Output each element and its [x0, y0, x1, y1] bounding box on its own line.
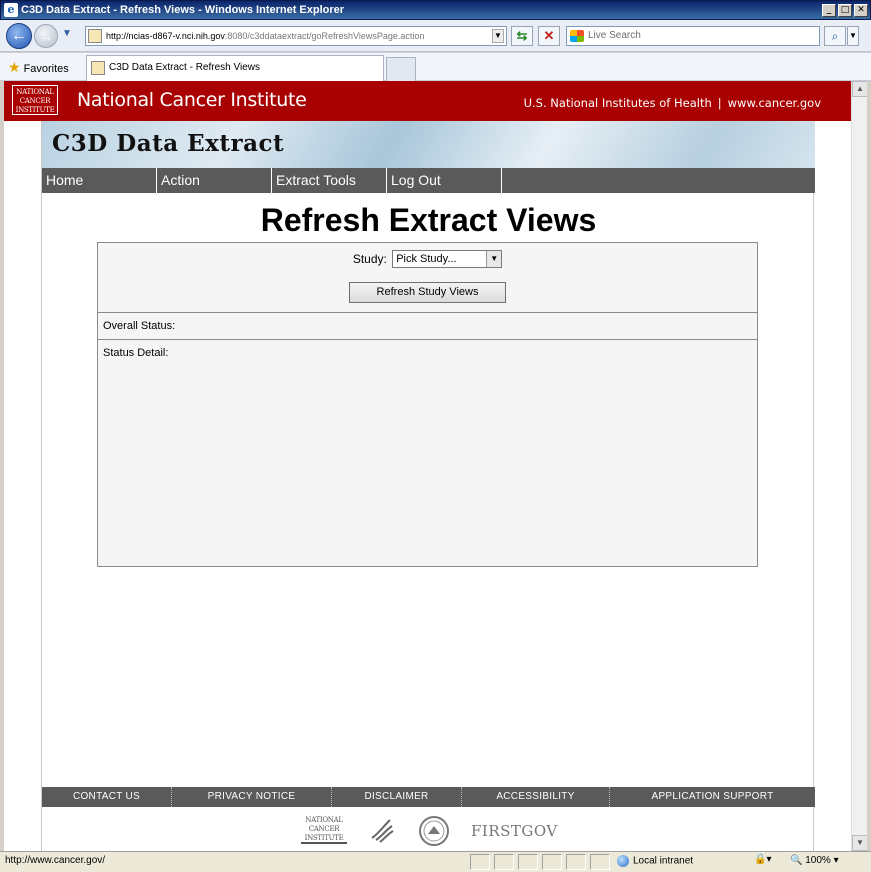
nci-banner: NATIONAL CANCER INSTITUTE National Cance…: [4, 81, 851, 121]
firstgov-logo[interactable]: FIRSTGOV: [471, 822, 558, 840]
window-title: C3D Data Extract - Refresh Views - Windo…: [21, 4, 345, 16]
browser-navbar: ← → ▼ http://ncias-d867-v.nci.nih.gov:80…: [0, 20, 871, 52]
stop-icon[interactable]: ✕: [538, 26, 560, 46]
footer-nci-logo-line: CANCER: [308, 825, 340, 833]
tab-title: C3D Data Extract - Refresh Views: [109, 62, 260, 73]
nci-logo-line: NATIONAL: [16, 88, 54, 96]
panel-divider: [98, 312, 757, 313]
footer-nci-logo[interactable]: NATIONAL CANCER INSTITUTE: [301, 816, 347, 844]
favorites-button[interactable]: ★ Favorites: [8, 59, 69, 76]
footer-nci-logo-line: INSTITUTE: [304, 834, 344, 842]
app-header: C3D Data Extract: [42, 121, 815, 168]
tab-c3d-refresh-views[interactable]: C3D Data Extract - Refresh Views: [86, 55, 384, 81]
status-cell: [566, 854, 586, 870]
page-icon: [88, 29, 102, 43]
study-select[interactable]: Pick Study... ▼: [392, 250, 503, 268]
refresh-icon[interactable]: ⇆: [511, 26, 533, 46]
nci-logo[interactable]: NATIONAL CANCER INSTITUTE: [12, 85, 58, 115]
window-right-edge: [867, 81, 871, 851]
study-selected-value: Pick Study...: [396, 253, 457, 265]
favorites-label: Favorites: [23, 63, 69, 75]
menu-action[interactable]: Action: [157, 168, 272, 193]
back-arrow-icon[interactable]: ←: [6, 23, 32, 49]
footer-disclaimer[interactable]: DISCLAIMER: [332, 787, 462, 807]
page-viewport: NATIONAL CANCER INSTITUTE National Cance…: [4, 81, 851, 851]
hhs-eagle-icon[interactable]: [368, 816, 396, 844]
ie-app-icon: e: [4, 3, 18, 17]
nci-logo-line: CANCER: [19, 97, 51, 105]
app-container: C3D Data Extract Home Action Extract Too…: [41, 121, 815, 851]
address-dropdown-icon[interactable]: ▼: [492, 29, 504, 43]
footer-logos: NATIONAL CANCER INSTITUTE FIRSTGOV: [42, 816, 815, 848]
footer-nci-logo-line: NATIONAL: [305, 816, 343, 824]
window-controls: _ □ ✕: [822, 3, 868, 17]
new-tab-button[interactable]: [386, 57, 416, 81]
menu-log-out[interactable]: Log Out: [387, 168, 502, 193]
security-zone[interactable]: Local intranet: [617, 855, 693, 867]
status-cell: [542, 854, 562, 870]
minimize-button[interactable]: _: [822, 3, 836, 17]
panel-divider: [98, 339, 757, 340]
vertical-scrollbar[interactable]: ▲ ▼: [851, 81, 868, 851]
status-cell: [470, 854, 490, 870]
zoom-control[interactable]: 🔍 100% ▾: [790, 855, 839, 866]
address-path: :8080/c3ddataextract/goRefreshViewsPage.…: [224, 31, 425, 41]
intranet-globe-icon: [617, 855, 629, 867]
zoom-level: 100%: [805, 855, 831, 866]
search-placeholder: Live Search: [588, 30, 641, 41]
chevron-down-icon[interactable]: ▼: [486, 251, 502, 267]
browser-statusbar: http://www.cancer.gov/ Local intranet 🔒▾…: [0, 851, 871, 872]
cancer-gov-link[interactable]: www.cancer.gov: [728, 96, 821, 110]
scroll-down-icon[interactable]: ▼: [852, 835, 868, 851]
nih-link[interactable]: U.S. National Institutes of Health: [524, 96, 712, 110]
address-bar[interactable]: http://ncias-d867-v.nci.nih.gov:8080/c3d…: [85, 26, 507, 46]
forward-arrow-icon[interactable]: →: [34, 24, 58, 48]
footer-contact-us[interactable]: CONTACT US: [42, 787, 172, 807]
status-cell: [590, 854, 610, 870]
scroll-up-icon[interactable]: ▲: [852, 81, 868, 97]
app-title: C3D Data Extract: [52, 130, 285, 157]
favorites-bar: ★ Favorites C3D Data Extract - Refresh Vi…: [0, 53, 871, 81]
zoom-icon: 🔍: [790, 855, 803, 866]
maximize-button[interactable]: □: [838, 3, 852, 17]
page-title: Refresh Extract Views: [260, 202, 597, 238]
nci-header-links: U.S. National Institutes of Health | www.c…: [524, 96, 821, 110]
window-titlebar: e C3D Data Extract - Refresh Views - Win…: [0, 0, 871, 20]
footer-privacy-notice[interactable]: PRIVACY NOTICE: [172, 787, 332, 807]
main-menu: Home Action Extract Tools Log Out: [42, 168, 815, 193]
address-host: http://ncias-d867-v.nci.nih.gov: [106, 31, 225, 41]
status-cell: [518, 854, 538, 870]
protected-mode-icon[interactable]: 🔒▾: [754, 854, 771, 865]
refresh-panel: Study: Pick Study... ▼ Refresh Study Vie…: [97, 242, 758, 567]
menu-extract-tools[interactable]: Extract Tools: [272, 168, 387, 193]
status-url: http://www.cancer.gov/: [5, 855, 106, 866]
study-label: Study:: [352, 252, 387, 266]
search-go-icon[interactable]: ⌕: [824, 26, 846, 46]
footer-links: CONTACT US PRIVACY NOTICE DISCLAIMER ACC…: [42, 787, 815, 807]
zone-label: Local intranet: [633, 855, 694, 867]
link-separator: |: [717, 96, 722, 110]
live-search-icon: [570, 30, 584, 42]
recent-pages-dropdown-icon[interactable]: ▼: [62, 28, 72, 39]
nci-name-link[interactable]: National Cancer Institute: [77, 89, 307, 111]
status-detail-label: Status Detail:: [103, 347, 169, 359]
nih-seal-icon[interactable]: [419, 816, 449, 846]
study-row: Study: Pick Study... ▼: [98, 250, 757, 268]
refresh-study-views-button[interactable]: Refresh Study Views: [349, 282, 506, 303]
menu-home[interactable]: Home: [42, 168, 157, 193]
footer-application-support[interactable]: APPLICATION SUPPORT: [610, 787, 815, 807]
close-button[interactable]: ✕: [854, 3, 868, 17]
overall-status-label: Overall Status:: [103, 320, 176, 332]
footer-accessibility[interactable]: ACCESSIBILITY: [462, 787, 610, 807]
live-search-input[interactable]: Live Search: [566, 26, 820, 46]
favorites-star-icon: ★: [8, 59, 21, 75]
nci-logo-line: INSTITUTE: [15, 106, 55, 114]
status-cell: [494, 854, 514, 870]
tab-page-icon: [91, 61, 105, 75]
search-options-icon[interactable]: ▼: [847, 26, 859, 46]
